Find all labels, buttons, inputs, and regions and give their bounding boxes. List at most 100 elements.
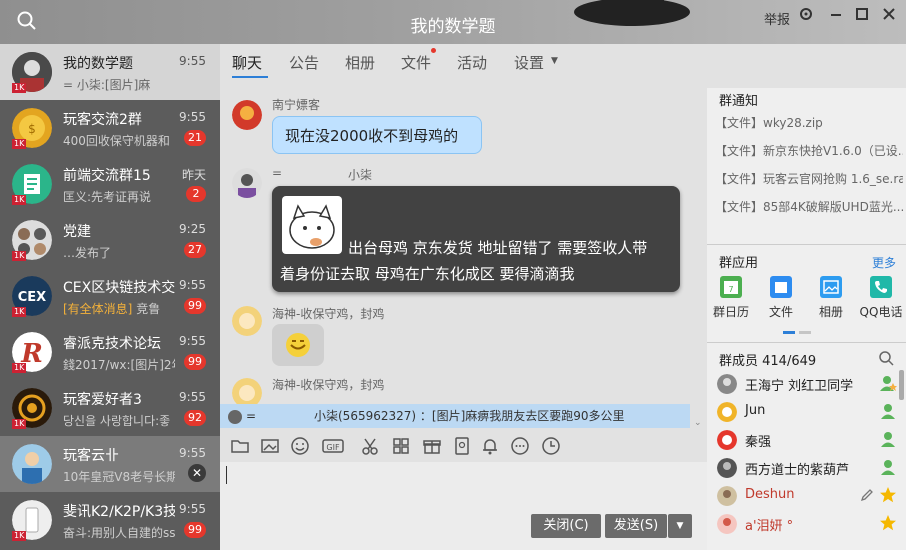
session-item[interactable]: 1K 我的数学题 9:55 = 小柒:[图片]麻 <box>0 44 220 100</box>
message-bubble <box>272 324 324 366</box>
unread-badge: 2 <box>186 186 206 202</box>
notice-text: 小柒(565962327) ：[图片]麻痹我朋友去区要跑90多公里 <box>314 409 625 423</box>
avatar <box>717 374 737 394</box>
session-name: 我的数学题 <box>63 56 133 72</box>
divider <box>707 244 906 245</box>
unread-badge: 92 <box>184 410 206 426</box>
send-options-chevron-icon[interactable]: ▼ <box>668 514 692 538</box>
level-badge: 1K <box>12 251 27 261</box>
session-name: 玩客云卝 <box>63 448 119 464</box>
unread-badge: 21 <box>184 130 206 146</box>
bell-icon[interactable] <box>480 436 500 456</box>
member-icon <box>879 430 897 448</box>
member-row[interactable]: a'泪妍 ° <box>717 512 897 536</box>
send-button[interactable]: 发送(S) <box>605 514 667 538</box>
notice-item[interactable]: 【文件】玩客云官网抢购 1.6_se.rar <box>715 170 903 187</box>
scissors-icon[interactable] <box>360 436 380 456</box>
gear-icon[interactable] <box>796 6 816 26</box>
collapse-icon[interactable]: ⌄ <box>694 418 702 428</box>
session-item[interactable]: CEX 1K CEX区块链技术交 9:55 [有全体消息] 竞鲁 99 <box>0 268 220 324</box>
group-info-panel: 群通知 【文件】wky28.zip 【文件】新京东快抢V1.6.0（已设... … <box>707 44 906 550</box>
tab-album[interactable]: 相册 <box>345 52 375 73</box>
session-item[interactable]: 玩客云卝 9:55 10年皇冠V8老号长期 ✕ <box>0 436 220 492</box>
session-time: 9:25 <box>179 222 206 236</box>
tab-chat[interactable]: 聊天 <box>232 52 262 73</box>
level-badge: 1K <box>12 307 27 317</box>
level-badge: 1K <box>12 419 27 429</box>
page-dot-active[interactable] <box>783 331 795 334</box>
tab-activity[interactable]: 活动 <box>457 52 487 73</box>
image-icon[interactable] <box>260 436 280 456</box>
gift-icon[interactable] <box>422 436 442 456</box>
page-dot[interactable] <box>799 331 811 334</box>
level-badge: 1K <box>12 195 27 205</box>
search-members-icon[interactable] <box>878 350 894 366</box>
notice-prefix: = <box>246 409 257 423</box>
members-scrollbar[interactable] <box>899 370 904 400</box>
app-file[interactable]: 文件 <box>757 276 805 320</box>
folder-icon[interactable] <box>230 436 250 456</box>
message-bubble: 出台母鸡 京东发货 地址留错了 需要签收人带 着身份证去取 母鸡在广东化成区 要… <box>272 186 680 292</box>
session-item[interactable]: 1K 玩客爱好者3 9:55 당신을 사랑합니다:좋 92 <box>0 380 220 436</box>
sender-name: 海神-收保守鸡，封鸡 <box>272 307 385 321</box>
member-row[interactable]: 王海宁 刘红卫同学 <box>717 372 897 396</box>
maximize-icon[interactable] <box>852 6 872 26</box>
session-item[interactable]: 1K 斐讯K2/K2P/K3技 9:55 奋斗:用别人自建的ss 99 <box>0 492 220 548</box>
tab-bar: 聊天 公告 相册 文件 活动 设置 ▼ <box>220 44 707 78</box>
notice-item[interactable]: 【文件】wky28.zip <box>715 114 903 131</box>
red-packet-icon[interactable] <box>452 436 472 456</box>
cat-sticker-icon <box>282 196 342 254</box>
session-name: 党建 <box>63 224 91 240</box>
new-message-bar[interactable]: = 小柒(565962327) ：[图片]麻痹我朋友去区要跑90多公里 <box>220 404 690 428</box>
more-icon[interactable] <box>510 436 530 456</box>
avatar[interactable] <box>232 100 262 130</box>
file-icon <box>770 276 792 298</box>
close-button[interactable]: 关闭(C) <box>531 514 601 538</box>
notice-item[interactable]: 【文件】新京东快抢V1.6.0（已设... <box>715 142 903 159</box>
session-preview: [有全体消息] 竞鲁 <box>63 302 161 316</box>
edit-icon[interactable] <box>859 487 875 503</box>
apps-icon[interactable] <box>391 436 411 456</box>
tab-files[interactable]: 文件 <box>401 52 431 73</box>
chat-panel: 聊天 公告 相册 文件 活动 设置 ▼ 南宁嫖客 现在没2000收不到母鸡的 =… <box>220 44 707 550</box>
avatar <box>717 486 737 506</box>
app-album[interactable]: 相册 <box>807 276 855 320</box>
member-name: 秦强 <box>745 435 772 450</box>
notice-item[interactable]: 【文件】85部4K破解版UHD蓝光... <box>715 198 903 215</box>
member-row[interactable]: 西方道士的紫葫芦 <box>717 456 897 480</box>
member-row[interactable]: Deshun <box>717 484 897 508</box>
avatar <box>717 514 737 534</box>
member-row[interactable]: Jun <box>717 400 897 424</box>
session-preview: 錢2017/wx:[图片]2年 <box>63 358 175 372</box>
avatar[interactable] <box>232 378 262 404</box>
gif-icon[interactable]: GIF <box>322 436 346 456</box>
close-icon[interactable] <box>879 6 899 26</box>
level-badge: 1K <box>12 139 27 149</box>
session-name: 前端交流群15 <box>63 168 151 184</box>
svg-text:$: $ <box>28 122 36 136</box>
avatar[interactable] <box>232 306 262 336</box>
history-icon[interactable] <box>541 436 561 456</box>
chevron-down-icon[interactable]: ▼ <box>551 56 558 66</box>
session-name: 玩客交流2群 <box>63 112 142 128</box>
session-name: 斐讯K2/K2P/K3技 <box>63 504 175 520</box>
member-row[interactable]: 秦强 <box>717 428 897 452</box>
session-item[interactable]: R 1K 睿派克技术论坛 9:55 錢2017/wx:[图片]2年 99 <box>0 324 220 380</box>
tab-settings[interactable]: 设置 <box>514 52 544 73</box>
app-calendar[interactable]: 7 群日历 <box>707 276 755 320</box>
minimize-icon[interactable] <box>826 6 846 26</box>
svg-text:7: 7 <box>728 285 733 294</box>
session-item[interactable]: $ 1K 玩客交流2群 9:55 400回收保守机器和 21 <box>0 100 220 156</box>
session-item[interactable]: 1K 前端交流群15 昨天 匡义:先考证再说 2 <box>0 156 220 212</box>
emoji-icon[interactable] <box>290 436 310 456</box>
app-phone[interactable]: QQ电话 <box>857 276 905 320</box>
remove-session-icon[interactable]: ✕ <box>188 464 206 482</box>
session-item[interactable]: 1K 党建 9:25 …发布了 27 <box>0 212 220 268</box>
report-link[interactable]: 举报 <box>764 9 790 28</box>
session-preview: 당신을 사랑합니다:좋 <box>63 414 171 428</box>
avatar[interactable] <box>232 168 262 198</box>
tab-announcement[interactable]: 公告 <box>289 52 319 73</box>
session-name: CEX区块链技术交 <box>63 280 175 296</box>
more-apps-link[interactable]: 更多 <box>872 254 896 271</box>
session-time: 昨天 <box>181 168 206 182</box>
